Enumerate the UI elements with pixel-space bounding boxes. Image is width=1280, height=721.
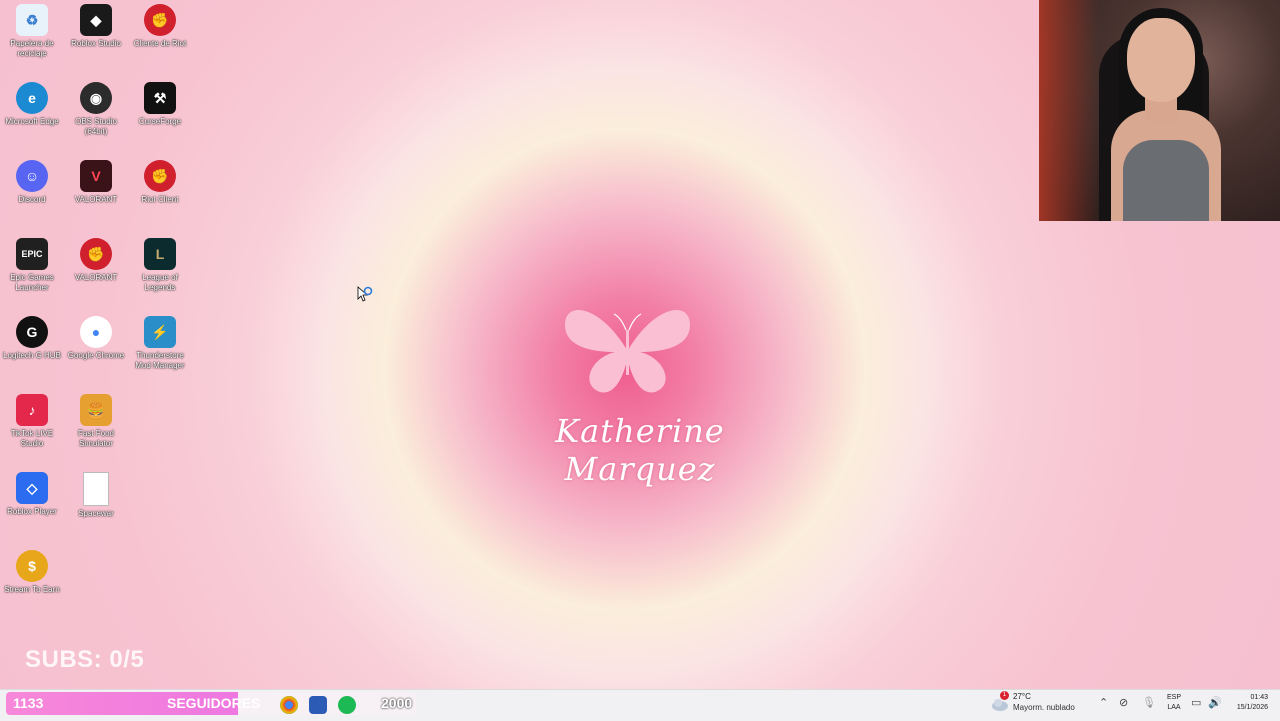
file-icon <box>83 472 109 506</box>
busy-cursor-icon <box>357 286 373 304</box>
desktop-shortcut[interactable]: ♻ Papelera de reciclaje <box>0 0 64 59</box>
desktop-shortcut-label: Papelera de reciclaje <box>10 39 54 58</box>
desktop-shortcut-label: Google Chrome <box>67 351 125 360</box>
tiktok-live-icon: ♪ <box>16 394 48 426</box>
league-of-legends-icon: L <box>144 238 176 270</box>
desktop-shortcut-label: Epic Games Launcher <box>10 273 54 292</box>
desktop-shortcut-label: Roblox Studio <box>71 39 121 48</box>
thunderstore-icon: ⚡ <box>144 316 176 348</box>
valorant-icon: V <box>80 160 112 192</box>
desktop-shortcut-label: VALORANT <box>74 195 118 204</box>
desktop-shortcut-label: Microsoft Edge <box>5 117 59 126</box>
desktop-shortcut[interactable]: EPIC Epic Games Launcher <box>0 234 64 293</box>
desktop-shortcut-label: OBS Studio (64bit) <box>75 117 117 136</box>
roblox-player-icon: ◇ <box>16 472 48 504</box>
desktop-shortcut[interactable]: e Microsoft Edge <box>0 78 64 127</box>
riot-client-icon: ✊ <box>144 160 176 192</box>
stream-to-earn-icon: $ <box>16 550 48 582</box>
desktop-shortcut[interactable]: ⚒ CurseForge <box>128 78 192 127</box>
desktop-shortcut[interactable]: ● Google Chrome <box>64 312 128 361</box>
desktop-shortcut-label: TikTok LIVE Studio <box>10 429 54 448</box>
store-icon[interactable] <box>309 696 327 714</box>
clock-time: 01:43 <box>1250 694 1268 701</box>
curseforge-icon: ⚒ <box>144 82 176 114</box>
weather-widget[interactable]: 1 27°C Mayorm. nublado <box>990 691 1090 717</box>
desktop-shortcut[interactable]: L League of Legends <box>128 234 192 293</box>
weather-temp: 27°C <box>1013 692 1031 701</box>
desktop-shortcut-label: Roblox Player <box>7 507 57 516</box>
riot-client-icon: ✊ <box>144 4 176 36</box>
desktop-shortcut-label: Logitech G HUB <box>3 351 61 360</box>
desktop-shortcut-label: League of Legends <box>142 273 178 292</box>
desktop-shortcut[interactable]: ♪ TikTok LIVE Studio <box>0 390 64 449</box>
network-icon[interactable]: ⊘ <box>1119 696 1128 709</box>
desktop-shortcut-label: VALORANT <box>74 273 118 282</box>
chrome-icon: ● <box>80 316 112 348</box>
desktop-shortcut[interactable]: $ Stream To Earn <box>0 546 64 595</box>
follower-count: 1133 <box>13 695 44 711</box>
weather-alert-badge: 1 <box>1000 691 1009 700</box>
desktop-shortcut[interactable]: ◉ OBS Studio (64bit) <box>64 78 128 137</box>
chevron-up-icon[interactable]: ⌃ <box>1099 696 1108 709</box>
desktop-shortcut[interactable]: ✊ Cliente de Riot <box>128 0 192 49</box>
clock-date: 15/1/2026 <box>1236 704 1268 711</box>
edge-icon: e <box>16 82 48 114</box>
display-icon[interactable]: ▭ <box>1191 696 1201 709</box>
logitech-ghub-icon: G <box>16 316 48 348</box>
desktop-shortcut[interactable]: Spacewar <box>64 468 128 519</box>
desktop-shortcut[interactable]: ✊ Riot Client <box>128 156 192 205</box>
clock[interactable]: 01:43 15/1/2026 <box>1222 693 1268 713</box>
chrome-icon[interactable] <box>280 696 298 714</box>
desktop-shortcut[interactable]: ◇ Roblox Player <box>0 468 64 517</box>
desktop-shortcut-label: Cliente de Riot <box>133 39 187 48</box>
butterfly-icon <box>560 300 695 400</box>
desktop-shortcut[interactable]: ✊ VALORANT <box>64 234 128 283</box>
roblox-studio-icon: ◆ <box>80 4 112 36</box>
epic-games-icon: EPIC <box>16 238 48 270</box>
recycle-bin-icon: ♻ <box>16 4 48 36</box>
desktop-shortcut[interactable]: ◆ Roblox Studio <box>64 0 128 49</box>
desktop-shortcut-label: Fast Food Simulator <box>77 429 114 448</box>
desktop-shortcut[interactable]: ⚡ Thunderstore Mod Manager <box>128 312 192 371</box>
subs-goal-text: SUBS: 0/5 <box>25 646 145 673</box>
desktop-shortcut-label: Thunderstore Mod Manager <box>135 351 185 370</box>
follower-goal: 2000 <box>381 695 413 711</box>
desktop-shortcut[interactable]: V VALORANT <box>64 156 128 205</box>
desktop-shortcut-label: Discord <box>18 195 46 204</box>
weather-desc: Mayorm. nublado <box>1013 703 1075 712</box>
desktop-shortcut-label: Riot Client <box>141 195 179 204</box>
valorant-riot-icon: ✊ <box>80 238 112 270</box>
desktop-shortcut-label: CurseForge <box>138 117 182 126</box>
obs-icon: ◉ <box>80 82 112 114</box>
spotify-icon[interactable] <box>338 696 356 714</box>
desktop-shortcut[interactable]: ☺ Discord <box>0 156 64 205</box>
language-indicator[interactable]: ESP LAA <box>1164 693 1184 713</box>
desktop-shortcut[interactable]: G Logitech G HUB <box>0 312 64 361</box>
volume-icon[interactable]: 🔊 <box>1208 696 1222 709</box>
fast-food-simulator-icon: 🍔 <box>80 394 112 426</box>
desktop-shortcut-label: Stream To Earn <box>4 585 60 594</box>
wallpaper-name: Katherine Marquez <box>555 412 725 488</box>
webcam-feed <box>1039 0 1280 221</box>
desktop-shortcut[interactable]: 🍔 Fast Food Simulator <box>64 390 128 449</box>
desktop-shortcut-label: Spacewar <box>78 509 114 518</box>
follower-label: SEGUIDORES <box>167 695 261 711</box>
microphone-icon[interactable]: 🎙 <box>1142 696 1156 709</box>
discord-icon: ☺ <box>16 160 48 192</box>
